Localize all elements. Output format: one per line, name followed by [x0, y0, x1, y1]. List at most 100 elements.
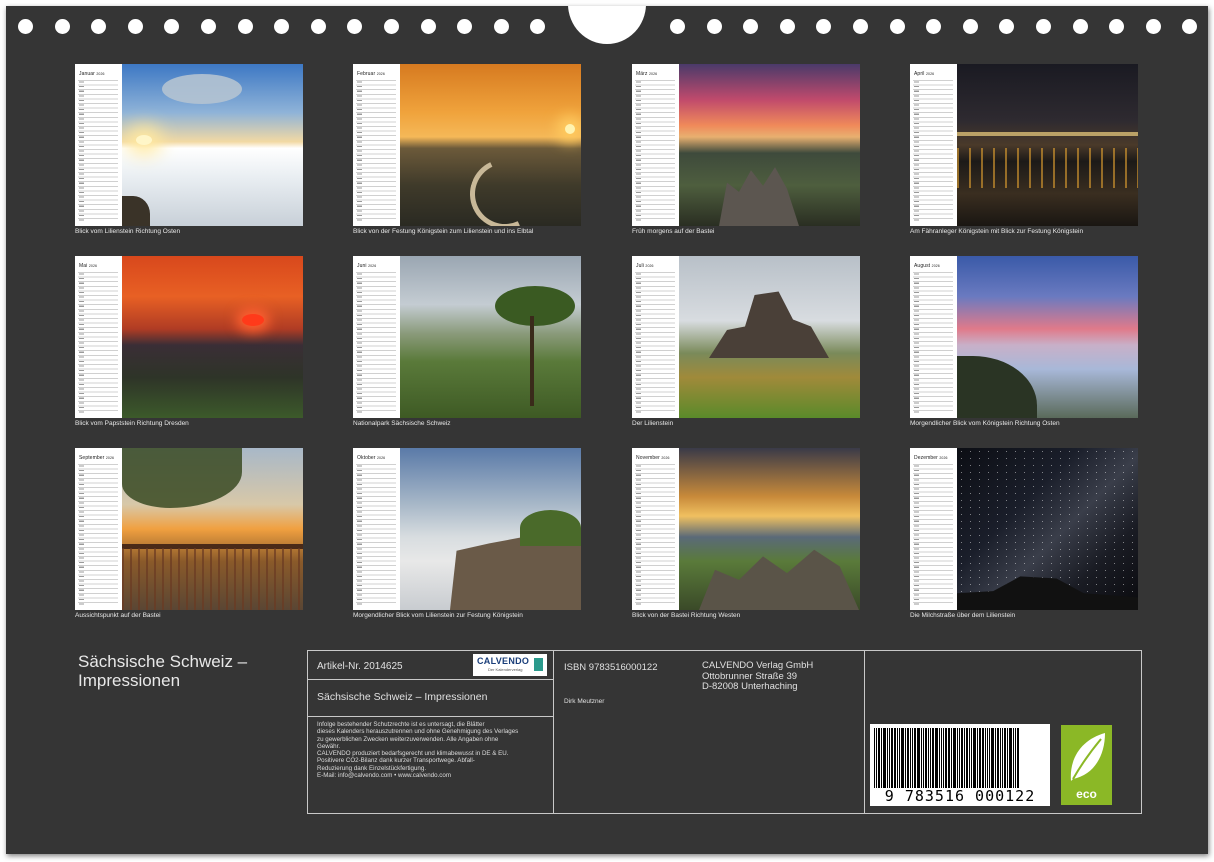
binding-hole: [1109, 19, 1125, 34]
caption: Der Lilienstein: [632, 420, 674, 427]
binding-hole: [670, 19, 685, 34]
photo-april: [957, 64, 1138, 226]
calendar-grid: August 2026: [910, 256, 957, 418]
month-card-juli: Juli 2026: [632, 256, 860, 418]
photo-maerz: [679, 64, 860, 226]
binding-hole: [853, 19, 868, 34]
eco-badge: eco: [1061, 725, 1112, 805]
month-card-dezember: Dezember 2026: [910, 448, 1138, 610]
caption: Morgendlicher Blick vom Königstein Richt…: [910, 420, 1060, 427]
photo-dezember: [957, 448, 1138, 610]
photo-mai: [122, 256, 303, 418]
caption: Nationalpark Sächsische Schweiz: [353, 420, 451, 427]
binding-hole: [54, 19, 70, 34]
month-card-oktober: Oktober 2026: [353, 448, 581, 610]
calendar-grid: Februar 2026: [353, 64, 400, 226]
binding-hole: [779, 19, 795, 34]
binding-hole: [743, 19, 759, 34]
caption: Blick von der Festung Königstein zum Lil…: [353, 228, 534, 235]
binding-hole: [493, 19, 509, 34]
binding-hole: [816, 19, 832, 34]
binding-hole: [1182, 19, 1198, 34]
photo-juli: [679, 256, 860, 418]
binding-hole: [457, 19, 473, 34]
photo-oktober: [400, 448, 581, 610]
month-card-juni: Juni 2026: [353, 256, 581, 418]
calendar-grid: Juni 2026: [353, 256, 400, 418]
binding-hole: [237, 19, 253, 34]
calendar-grid: April 2026: [910, 64, 957, 226]
caption: Die Milchstraße über dem Lilienstein: [910, 612, 1016, 619]
caption: Morgendlicher Blick vom Lilienstein zur …: [353, 612, 523, 619]
month-label: Dezember 2026: [914, 455, 948, 461]
photo-januar: [122, 64, 303, 226]
legal-notice: Infolge bestehender Schutzrechte ist es …: [317, 721, 519, 780]
photo-august: [957, 256, 1138, 418]
author: Dirk Meutzner: [564, 698, 605, 705]
binding-hole: [926, 19, 942, 34]
imprint-title: Sächsische Schweiz – Impressionen: [317, 691, 488, 703]
caption: Blick von der Bastei Richtung Westen: [632, 612, 741, 619]
calendar-grid: Mai 2026: [75, 256, 122, 418]
calendar-grid: März 2026: [632, 64, 679, 226]
calendar-grid: Januar 2026: [75, 64, 122, 226]
binding-hole: [706, 19, 722, 34]
isbn-barcode: 9 783516 000122: [870, 724, 1050, 806]
binding-hole: [1145, 19, 1161, 34]
calendar-grid: Oktober 2026: [353, 448, 400, 610]
binding-hole: [127, 19, 143, 34]
article-number: Artikel-Nr. 2014625: [317, 661, 403, 672]
month-label: Oktober 2026: [357, 455, 386, 461]
calendar-back-cover: Januar 2026 Blick vom Lilienstein Richtu…: [6, 6, 1208, 854]
binding-hole: [384, 19, 399, 34]
month-label: März 2026: [636, 71, 658, 77]
month-label: November 2026: [636, 455, 670, 461]
binding-hole: [420, 19, 436, 34]
month-label: Juni 2026: [357, 263, 377, 269]
binding-hole: [530, 19, 546, 34]
photo-februar: [400, 64, 581, 226]
caption: Blick vom Lilienstein Richtung Osten: [75, 228, 181, 235]
calendar-grid: November 2026: [632, 448, 679, 610]
month-card-september: September 2026: [75, 448, 303, 610]
month-label: September 2026: [79, 455, 115, 461]
caption: Blick vom Papststein Richtung Dresden: [75, 420, 189, 427]
binding-hole: [164, 19, 180, 34]
month-label: Mai 2026: [79, 263, 98, 269]
binding-hole: [889, 19, 905, 34]
caption: Aussichtspunkt auf der Bastei: [75, 612, 161, 619]
calendar-grid: Dezember 2026: [910, 448, 957, 610]
month-label: Januar 2026: [79, 71, 105, 77]
binding-hole: [347, 19, 363, 34]
photo-september: [122, 448, 303, 610]
calvendo-logo: CALVENDO Der Kalenderverlag: [473, 654, 547, 676]
month-card-februar: Februar 2026: [353, 64, 581, 226]
binding-hole: [1072, 19, 1088, 34]
binding-hole: [310, 19, 326, 34]
month-label: Februar 2026: [357, 71, 385, 77]
binding-hole: [201, 19, 216, 34]
calendar-title: Sächsische Schweiz – Impressionen: [78, 652, 248, 690]
calendar-grid: September 2026: [75, 448, 122, 610]
isbn: ISBN 9783516000122: [564, 662, 658, 673]
binding-hole: [18, 19, 33, 34]
month-card-maerz: März 2026: [632, 64, 860, 226]
month-label: April 2026: [914, 71, 935, 77]
month-card-august: August 2026: [910, 256, 1138, 418]
binding-hole: [999, 19, 1015, 34]
caption: Früh morgens auf der Bastei: [632, 228, 715, 235]
leaf-icon: [1070, 733, 1105, 781]
month-label: August 2026: [914, 263, 940, 269]
binding-hole: [1036, 19, 1051, 34]
photo-november: [679, 448, 860, 610]
month-label: Juli 2026: [636, 263, 654, 269]
hanger-cutout: [568, 6, 646, 44]
publisher-address: CALVENDO Verlag GmbH Ottobrunner Straße …: [702, 660, 814, 692]
calendar-grid: Juli 2026: [632, 256, 679, 418]
photo-juni: [400, 256, 581, 418]
month-card-november: November 2026: [632, 448, 860, 610]
month-card-mai: Mai 2026: [75, 256, 303, 418]
month-card-april: April 2026: [910, 64, 1138, 226]
caption: Am Fähranleger Königstein mit Blick zur …: [910, 228, 1084, 235]
month-card-januar: Januar 2026: [75, 64, 303, 226]
